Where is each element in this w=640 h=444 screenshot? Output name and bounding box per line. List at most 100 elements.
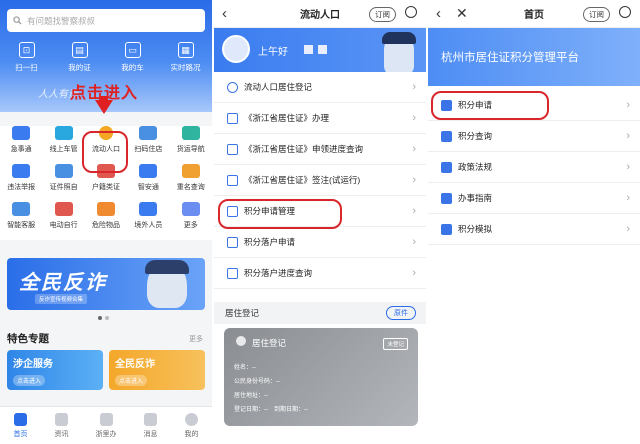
card-field: 姓名：-- <box>234 365 256 371</box>
carousel-dots <box>98 316 109 320</box>
service-icon <box>12 126 31 140</box>
grid-item-foreigners[interactable]: 境外人员 <box>128 202 168 240</box>
menu-item-guide[interactable]: 办事指南 › <box>428 183 640 214</box>
tab-label: 资讯 <box>54 430 69 438</box>
grid-item-more[interactable]: 更多 <box>171 202 211 240</box>
tab-label: 首页 <box>13 430 28 438</box>
list-item[interactable]: 《浙江省居住证》申领进度查询 › <box>214 134 426 165</box>
service-icon <box>139 202 158 216</box>
list-item[interactable]: 积分落户申请 › <box>214 227 426 258</box>
card-enter-button[interactable]: 点击进入 <box>115 375 148 386</box>
document-icon <box>441 130 452 142</box>
id-card-icon <box>227 112 238 124</box>
shortcut-label: 我的证 <box>68 63 91 72</box>
promo-subtitle: 反诈宣传视频合集 <box>35 294 88 304</box>
grid-label: 电动自行 <box>49 222 78 229</box>
grid-label: 危险物品 <box>91 222 120 229</box>
user-header: 上午好 <box>214 28 426 78</box>
search-icon <box>13 16 22 25</box>
grid-item-security[interactable]: 智安通 <box>128 164 168 202</box>
list-item-label: 流动人口居住登记 <box>244 82 313 92</box>
shortcut-traffic[interactable]: ▦ 实时路况 <box>162 42 210 73</box>
share-icon[interactable] <box>405 6 417 18</box>
list-item[interactable]: 流动人口居住登记 › <box>214 72 426 103</box>
grid-item-freight[interactable]: 货运导航 <box>171 126 211 164</box>
tab-news[interactable]: 资讯 <box>54 412 69 439</box>
home-icon <box>14 412 27 426</box>
anti-fraud-banner[interactable]: 全民反诈 反诈宣传视频合集 <box>7 258 205 310</box>
grid-item-hotel[interactable]: 扫码住店 <box>128 126 168 164</box>
shortcut-scan[interactable]: ⊡ 扫一扫 <box>3 42 51 73</box>
menu-item-label: 政策法规 <box>458 162 493 172</box>
shortcut-my-car[interactable]: ▭ 我的车 <box>109 42 157 73</box>
tab-mine[interactable]: 我的 <box>184 412 199 439</box>
chevron-right-icon: › <box>626 99 630 111</box>
menu-item-simulate[interactable]: 积分模拟 › <box>428 214 640 245</box>
shortcut-label: 我的车 <box>121 63 144 72</box>
list-item[interactable]: 《浙江省居住证》办理 › <box>214 103 426 134</box>
tab-home[interactable]: 首页 <box>13 412 28 439</box>
user-icon <box>185 412 198 426</box>
grid-item-photo[interactable]: 证件照自 <box>44 164 84 202</box>
avatar[interactable] <box>222 35 250 63</box>
grid-item-ebike[interactable]: 电动自行 <box>44 202 84 240</box>
grid-label: 智安通 <box>137 184 159 191</box>
list-item-label: 《浙江省居住证》办理 <box>244 113 330 123</box>
platform-title: 杭州市居住证积分管理平台 <box>441 52 579 64</box>
shortcut-label: 扫一扫 <box>15 63 38 72</box>
shortcut-my-card[interactable]: ▤ 我的证 <box>56 42 104 73</box>
list-item[interactable]: 积分落户进度查询 › <box>214 258 426 289</box>
home-panel: 有问题找警察叔叔 ⊡ 扫一扫 ▤ 我的证 ▭ 我的车 ▦ 实时路况 人人有责 点击进入 … <box>0 0 212 444</box>
share-icon[interactable] <box>619 6 631 18</box>
chevron-right-icon: › <box>412 267 416 279</box>
original-button[interactable]: 原件 <box>386 306 416 320</box>
chevron-right-icon: › <box>626 130 630 142</box>
grid-item-hazard[interactable]: 危险物品 <box>86 202 126 240</box>
floating-population-panel: ‹ 流动人口 订阅 上午好 流动人口居住登记 › 《浙江省居住证》办理 › 《浙江省… <box>214 0 426 444</box>
list-item[interactable]: 《浙江省居住证》签注(试运行) › <box>214 165 426 196</box>
menu-item-policy[interactable]: 政策法规 › <box>428 152 640 183</box>
tab-label: 我的 <box>184 430 199 438</box>
grid-label: 货运导航 <box>176 146 205 153</box>
subscribe-button[interactable]: 订阅 <box>583 7 610 22</box>
card-enterprise-service[interactable]: 涉企服务 点击进入 <box>7 350 103 390</box>
edit-icon <box>227 267 238 279</box>
highlight-box <box>82 131 128 173</box>
menu-item-label: 积分模拟 <box>458 224 493 234</box>
chevron-right-icon: › <box>626 161 630 173</box>
top-shortcuts: ⊡ 扫一扫 ▤ 我的证 ▭ 我的车 ▦ 实时路况 <box>0 42 212 73</box>
service-icon <box>139 126 158 140</box>
service-icon <box>181 164 200 178</box>
grid-item-vehicle[interactable]: 线上车管 <box>44 126 84 164</box>
service-icon <box>54 126 73 140</box>
residence-card[interactable]: 居住登记 未登记 姓名：-- 公民身份号码：-- 居住地址：-- 登记日期：--… <box>224 328 418 426</box>
tab-messages[interactable]: 消息 <box>144 412 158 439</box>
service-icon <box>99 412 113 426</box>
grid-label: 重名查询 <box>176 184 205 191</box>
residence-section-header: 居住登记 原件 <box>214 302 426 324</box>
menu-item-points-query[interactable]: 积分查询 › <box>428 121 640 152</box>
grid-item-report[interactable]: 违法举报 <box>1 164 41 202</box>
dot <box>98 316 102 320</box>
nav-bar: ‹ ✕ 首页 订阅 <box>428 0 640 28</box>
tab-zheliban[interactable]: 浙里办 <box>96 412 117 439</box>
more-link[interactable]: 更多 <box>189 334 203 344</box>
simulate-icon <box>441 223 452 235</box>
search-placeholder: 有问题找警察叔叔 <box>27 15 96 26</box>
points-platform-panel: ‹ ✕ 首页 订阅 杭州市居住证积分管理平台 积分申请 › 积分查询 › 政策法规 ›… <box>428 0 640 444</box>
platform-header: 杭州市居住证积分管理平台 <box>428 28 640 86</box>
chevron-right-icon: › <box>412 112 416 124</box>
grid-label: 线上车管 <box>49 146 78 153</box>
subscribe-button[interactable]: 订阅 <box>369 7 396 22</box>
service-icon <box>12 164 31 178</box>
card-enter-button[interactable]: 点击进入 <box>13 375 46 386</box>
grid-item-name-query[interactable]: 重名查询 <box>171 164 211 202</box>
list-item-label: 积分落户申请 <box>244 237 296 247</box>
register-icon <box>227 81 238 93</box>
chevron-right-icon: › <box>412 143 416 155</box>
traffic-icon: ▦ <box>177 42 194 58</box>
grid-item-urgent[interactable]: 急事通 <box>1 126 41 164</box>
card-anti-fraud[interactable]: 全民反诈 点击进入 <box>109 350 205 390</box>
search-input[interactable]: 有问题找警察叔叔 <box>7 9 205 32</box>
grid-item-service[interactable]: 智能客服 <box>1 202 41 240</box>
